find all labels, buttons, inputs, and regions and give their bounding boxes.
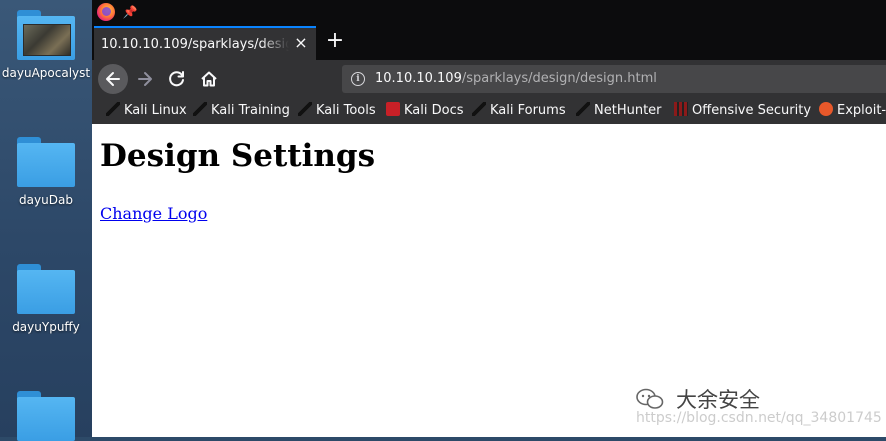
desktop-item-dayudab[interactable]: dayuDab — [0, 137, 92, 207]
bookmark-offensive-security[interactable]: Offensive Security — [674, 98, 811, 124]
kali-icon — [106, 102, 120, 116]
kali-icon — [472, 102, 486, 116]
desktop-item-folder[interactable] — [0, 391, 92, 441]
exploit-db-icon — [819, 102, 833, 116]
desktop-item-label: dayuApocalyst — [1, 66, 91, 80]
bookmark-label: Exploit-DB — [837, 103, 886, 118]
folder-icon — [17, 264, 75, 314]
url-bar[interactable]: i 10.10.10.109/sparklays/design/design.h… — [342, 65, 886, 93]
forward-button[interactable] — [130, 64, 160, 94]
bookmark-kali-tools[interactable]: Kali Tools — [298, 98, 376, 124]
home-button[interactable] — [194, 64, 224, 94]
kali-icon — [576, 102, 590, 116]
title-bar: 📌 — [92, 0, 886, 24]
page-title: Design Settings — [100, 138, 376, 174]
kali-icon — [193, 102, 207, 116]
folder-icon — [17, 391, 75, 441]
bookmark-nethunter[interactable]: NetHunter — [576, 98, 662, 124]
navigation-bar: i 10.10.10.109/sparklays/design/design.h… — [92, 60, 886, 98]
bookmark-label: Kali Tools — [316, 103, 376, 118]
desktop-item-dayuypuffy[interactable]: dayuYpuffy — [0, 264, 92, 334]
browser-window: 📌 10.10.10.109/sparklays/design/design.h… — [92, 0, 886, 437]
pin-icon[interactable]: 📌 — [121, 3, 139, 21]
back-button[interactable] — [98, 64, 128, 94]
new-tab-button[interactable]: + — [322, 29, 348, 55]
kali-docs-icon — [386, 102, 400, 116]
bookmark-label: Offensive Security — [692, 103, 812, 118]
folder-image-icon — [17, 10, 75, 60]
desktop-item-label: dayuYpuffy — [12, 320, 80, 334]
tab-design-html[interactable]: 10.10.10.109/sparklays/design/design.htm… — [94, 26, 316, 60]
home-icon — [201, 71, 217, 87]
tab-close-icon[interactable]: × — [292, 34, 310, 52]
bookmark-kali-linux[interactable]: Kali Linux — [106, 98, 187, 124]
bookmark-kali-training[interactable]: Kali Training — [193, 98, 290, 124]
bookmark-label: Kali Forums — [490, 103, 566, 118]
tab-strip: 10.10.10.109/sparklays/design/design.htm… — [92, 24, 886, 60]
forward-arrow-icon — [138, 72, 152, 86]
bookmark-label: Kali Training — [211, 103, 290, 118]
back-arrow-icon — [106, 72, 120, 86]
page-content: Design Settings Change Logo — [92, 124, 886, 437]
reload-button[interactable] — [162, 64, 192, 94]
bookmarks-toolbar: Kali Linux Kali Training Kali Tools Kali… — [92, 98, 886, 124]
bookmark-exploit-db[interactable]: Exploit-DB — [819, 98, 886, 124]
tab-title: 10.10.10.109/sparklays/design/design.htm… — [101, 37, 289, 52]
desktop: dayuApocalyst dayuDab dayuYpuffy — [0, 0, 92, 441]
bookmark-kali-forums[interactable]: Kali Forums — [472, 98, 566, 124]
wechat-icon — [636, 388, 664, 409]
url-path: /sparklays/design/design.html — [461, 71, 657, 86]
url-host: 10.10.10.109 — [375, 71, 462, 86]
desktop-item-dayuapocalyst[interactable]: dayuApocalyst — [0, 10, 92, 80]
offsec-icon — [674, 102, 688, 116]
reload-icon — [169, 71, 184, 87]
url-text[interactable]: 10.10.10.109/sparklays/design/design.htm… — [375, 71, 657, 86]
watermark-url: https://blog.csdn.net/qq_34801745 — [636, 410, 882, 426]
bookmark-label: Kali Linux — [124, 103, 187, 118]
desktop-item-label: dayuDab — [19, 193, 73, 207]
bookmark-label: Kali Docs — [404, 103, 464, 118]
change-logo-link[interactable]: Change Logo — [100, 204, 207, 223]
bookmark-label: NetHunter — [594, 103, 662, 118]
kali-icon — [298, 102, 312, 116]
firefox-logo-icon — [97, 3, 115, 21]
folder-icon — [17, 137, 75, 187]
info-icon[interactable]: i — [351, 72, 365, 86]
bookmark-kali-docs[interactable]: Kali Docs — [386, 98, 464, 124]
